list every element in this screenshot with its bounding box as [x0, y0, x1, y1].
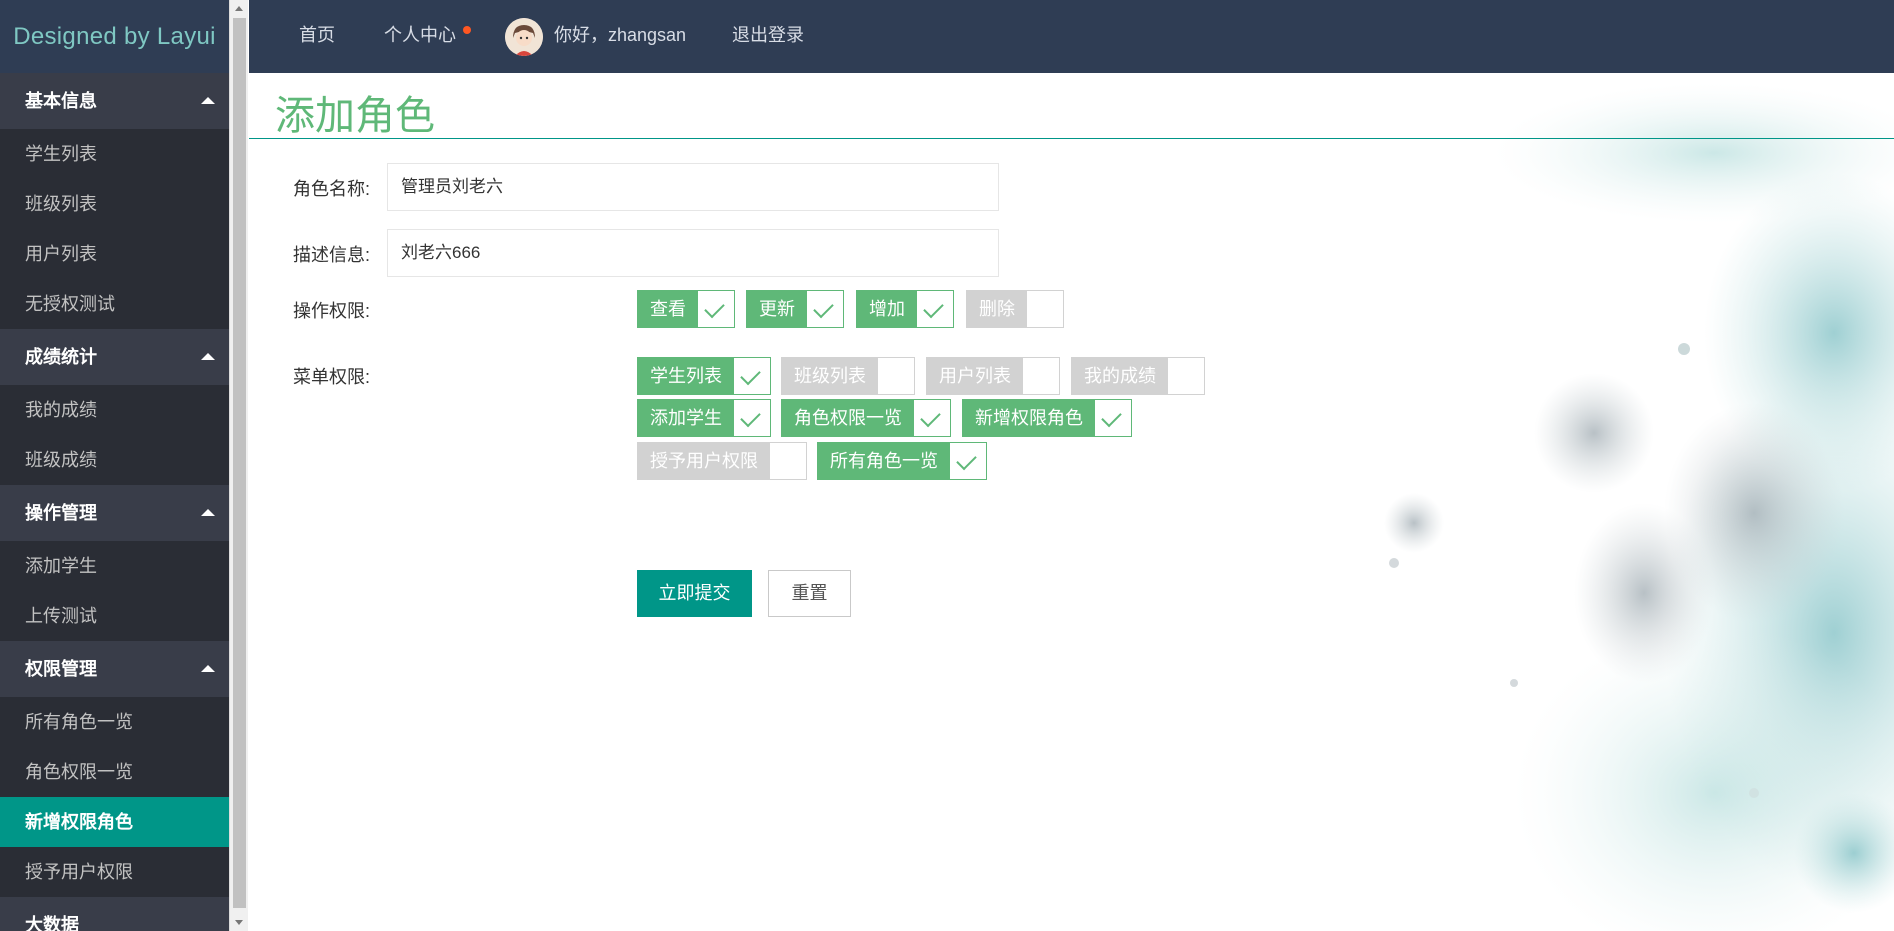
sidebar-item-add-student[interactable]: 添加学生 — [0, 541, 229, 591]
empty-check-box — [1027, 291, 1063, 327]
sidebar-item-all-roles[interactable]: 所有角色一览 — [0, 697, 229, 747]
check-icon — [807, 291, 843, 327]
checkbox-label: 授予用户权限 — [638, 443, 770, 479]
nav-group-label: 操作管理 — [25, 503, 97, 523]
main-content: 添加角色 角色名称: 管理员刘老六 描述信息: 刘老六666 操作权限: 菜单权… — [249, 73, 1894, 931]
caret-up-icon — [201, 665, 215, 672]
operation-checkbox-0[interactable]: 查看 — [637, 290, 735, 328]
role-name-input[interactable]: 管理员刘老六 — [387, 163, 999, 211]
scrollbar-thumb[interactable] — [233, 18, 246, 908]
nav-personal-center[interactable]: 个人中心 — [384, 0, 456, 73]
sidebar-item-grant-user[interactable]: 授予用户权限 — [0, 847, 229, 897]
nav-group-operations[interactable]: 操作管理 — [0, 485, 229, 541]
menu-checkbox-5[interactable]: 角色权限一览 — [781, 399, 951, 437]
checkbox-label: 更新 — [747, 291, 807, 327]
title-divider — [249, 138, 1894, 139]
role-name-label: 角色名称: — [293, 179, 371, 199]
sidebar-item-add-role[interactable]: 新增权限角色 — [0, 797, 229, 847]
page-title: 添加角色 — [275, 94, 435, 138]
scroll-down-icon[interactable] — [235, 920, 243, 925]
nav-group-label: 权限管理 — [25, 659, 97, 679]
sidebar-item-user-list[interactable]: 用户列表 — [0, 229, 229, 279]
reset-button[interactable]: 重置 — [768, 570, 851, 617]
submit-button[interactable]: 立即提交 — [637, 570, 752, 617]
operation-checkbox-3[interactable]: 删除 — [966, 290, 1064, 328]
menu-checkbox-3[interactable]: 我的成绩 — [1071, 357, 1205, 395]
scroll-up-icon[interactable] — [235, 6, 243, 11]
menu-checkbox-6[interactable]: 新增权限角色 — [962, 399, 1132, 437]
sidebar-item-my-scores[interactable]: 我的成绩 — [0, 385, 229, 435]
check-icon — [734, 400, 770, 436]
nav-group-label: 大数据 — [25, 915, 79, 931]
checkbox-label: 查看 — [638, 291, 698, 327]
checkbox-label: 删除 — [967, 291, 1027, 327]
menu-permission-label: 菜单权限: — [293, 367, 371, 387]
empty-check-box — [1023, 358, 1059, 394]
notification-dot — [463, 26, 471, 34]
sidebar-item-upload-test[interactable]: 上传测试 — [0, 591, 229, 641]
checkbox-label: 我的成绩 — [1072, 358, 1168, 394]
checkbox-label: 添加学生 — [638, 400, 734, 436]
nav-group-label: 成绩统计 — [25, 347, 97, 367]
empty-check-box — [1168, 358, 1204, 394]
logo: Designed by Layui — [0, 0, 229, 73]
nav-home[interactable]: 首页 — [299, 0, 335, 73]
checkbox-label: 新增权限角色 — [963, 400, 1095, 436]
check-icon — [734, 358, 770, 394]
sidebar-item-unauth-test[interactable]: 无授权测试 — [0, 279, 229, 329]
check-icon — [914, 400, 950, 436]
operation-permission-label: 操作权限: — [293, 301, 371, 321]
description-label: 描述信息: — [293, 245, 371, 265]
checkbox-label: 学生列表 — [638, 358, 734, 394]
menu-checkbox-7[interactable]: 授予用户权限 — [637, 442, 807, 480]
operation-checkbox-1[interactable]: 更新 — [746, 290, 844, 328]
nav-group-scores[interactable]: 成绩统计 — [0, 329, 229, 385]
sidebar-item-student-list[interactable]: 学生列表 — [0, 129, 229, 179]
check-icon — [950, 443, 986, 479]
nav-group-permissions[interactable]: 权限管理 — [0, 641, 229, 697]
menu-checkbox-2[interactable]: 用户列表 — [926, 357, 1060, 395]
sidebar-scrollbar[interactable] — [229, 0, 248, 931]
menu-checkbox-1[interactable]: 班级列表 — [781, 357, 915, 395]
caret-up-icon — [201, 509, 215, 516]
top-header: 首页 个人中心 你好，zhangsan 退出登录 — [249, 0, 1894, 73]
sidebar-item-class-scores[interactable]: 班级成绩 — [0, 435, 229, 485]
checkbox-label: 角色权限一览 — [782, 400, 914, 436]
checkbox-label: 用户列表 — [927, 358, 1023, 394]
menu-checkbox-0[interactable]: 学生列表 — [637, 357, 771, 395]
nav-group-basic-info[interactable]: 基本信息 — [0, 73, 229, 129]
check-icon — [1095, 400, 1131, 436]
sidebar-item-role-permissions[interactable]: 角色权限一览 — [0, 747, 229, 797]
sidebar: Designed by Layui 基本信息 学生列表 班级列表 用户列表 无授… — [0, 0, 229, 931]
watercolor-background — [1384, 83, 1894, 931]
checkbox-label: 所有角色一览 — [818, 443, 950, 479]
description-input[interactable]: 刘老六666 — [387, 229, 999, 277]
nav-group-label: 基本信息 — [25, 91, 97, 111]
checkbox-label: 增加 — [857, 291, 917, 327]
avatar[interactable] — [505, 18, 543, 56]
operation-checkbox-2[interactable]: 增加 — [856, 290, 954, 328]
check-icon — [917, 291, 953, 327]
user-greeting[interactable]: 你好，zhangsan — [554, 0, 686, 73]
empty-check-box — [878, 358, 914, 394]
check-icon — [698, 291, 734, 327]
caret-up-icon — [201, 353, 215, 360]
logout-link[interactable]: 退出登录 — [732, 0, 804, 73]
sidebar-item-class-list[interactable]: 班级列表 — [0, 179, 229, 229]
avatar-image — [505, 18, 543, 56]
nav-personal-center-label: 个人中心 — [384, 25, 456, 45]
menu-checkbox-4[interactable]: 添加学生 — [637, 399, 771, 437]
checkbox-label: 班级列表 — [782, 358, 878, 394]
caret-up-icon — [201, 97, 215, 104]
menu-checkbox-8[interactable]: 所有角色一览 — [817, 442, 987, 480]
nav-group-big-data[interactable]: 大数据 — [0, 897, 229, 931]
empty-check-box — [770, 443, 806, 479]
